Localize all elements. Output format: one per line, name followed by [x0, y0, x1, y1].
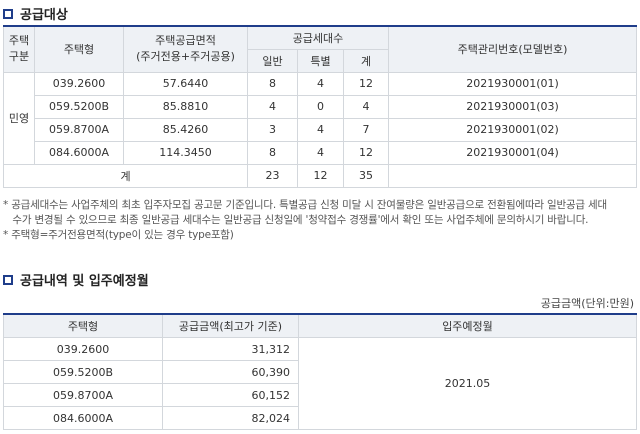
- cell-area: 114.3450: [123, 140, 248, 165]
- unit-label: 공급금액(단위:만원): [540, 297, 634, 310]
- table-row: 039.2600 31,312 2021.05: [3, 337, 637, 430]
- col-header-house-type: 주택형: [34, 25, 124, 73]
- section-title-supply-target: 공급대상: [3, 4, 68, 23]
- col-header-mgmt-no: 주택관리번호(모델번호): [388, 25, 637, 73]
- cell-general: 8: [247, 71, 298, 96]
- group-label: 민영: [3, 71, 35, 165]
- cell-price: 60,152: [162, 383, 299, 407]
- table-row: 084.6000A 114.3450 8 4 12 2021930001(04): [4, 140, 637, 165]
- note-line: 수가 변경될 수 있으므로 최종 일반공급 세대수는 일반공급 신청일에 '청약…: [3, 214, 589, 226]
- cell-price: 82,024: [162, 406, 299, 430]
- note-line: * 주택형=주거전용면적(type이 있는 경우 type포함): [3, 229, 234, 241]
- sum-label: 계: [3, 163, 248, 188]
- cell-house-type: 059.5200B: [3, 360, 163, 384]
- col-header-type-group: 주택 구분: [3, 25, 35, 73]
- col-header-special: 특별: [297, 48, 344, 73]
- cell-house-type: 059.8700A: [3, 383, 163, 407]
- cell-total: 12: [343, 140, 389, 165]
- cell-house-type: 059.5200B: [34, 94, 124, 119]
- cell-mgmt-no: 2021930001(02): [388, 117, 637, 142]
- cell-mgmt-no: 2021930001(01): [388, 71, 637, 96]
- sum-total: 35: [343, 163, 389, 188]
- supply-target-table: 주택 구분 주택형 주택공급면적 (주거전용+주거공용) 공급세대수 주택관리번…: [3, 25, 637, 188]
- cell-area: 57.6440: [123, 71, 248, 96]
- table-row: 059.5200B 85.8810 4 0 4 2021930001(03): [4, 94, 637, 119]
- section-title-text: 공급내역 및 입주예정월: [20, 274, 149, 289]
- square-bullet-icon: [3, 274, 13, 285]
- cell-area: 85.4260: [123, 117, 248, 142]
- cell-price: 31,312: [162, 337, 299, 361]
- section-title-text: 공급대상: [20, 8, 68, 23]
- cell-total: 12: [343, 71, 389, 96]
- cell-house-type: 059.8700A: [34, 117, 124, 142]
- col-header-move-in: 입주예정월: [298, 313, 637, 338]
- table-row: 059.8700A 85.4260 3 4 7 2021930001(02): [4, 117, 637, 142]
- sum-mgmt-empty: [388, 163, 637, 188]
- note-line: * 공급세대수는 사업주체의 최초 입주자모집 공고문 기준입니다. 특별공급 …: [3, 199, 607, 211]
- col-header-units: 공급세대수: [247, 25, 389, 50]
- col-header-general: 일반: [247, 48, 298, 73]
- cell-special: 0: [297, 94, 344, 119]
- cell-general: 3: [247, 117, 298, 142]
- col-header-area: 주택공급면적 (주거전용+주거공용): [123, 25, 248, 73]
- supply-details-table: 주택형 공급금액(최고가 기준) 입주예정월 039.2600 31,312 2…: [3, 313, 637, 430]
- cell-mgmt-no: 2021930001(04): [388, 140, 637, 165]
- cell-house-type: 039.2600: [34, 71, 124, 96]
- sum-row: 계 23 12 35: [3, 163, 637, 188]
- cell-special: 4: [297, 140, 344, 165]
- cell-general: 4: [247, 94, 298, 119]
- cell-area: 85.8810: [123, 94, 248, 119]
- cell-move-in-month: 2021.05: [298, 337, 637, 430]
- cell-total: 4: [343, 94, 389, 119]
- cell-special: 4: [297, 71, 344, 96]
- cell-total: 7: [343, 117, 389, 142]
- square-bullet-icon: [3, 8, 13, 19]
- sum-special: 12: [297, 163, 344, 188]
- col-header-house-type: 주택형: [3, 313, 163, 338]
- cell-house-type: 084.6000A: [3, 406, 163, 430]
- cell-house-type: 084.6000A: [34, 140, 124, 165]
- cell-general: 8: [247, 140, 298, 165]
- cell-mgmt-no: 2021930001(03): [388, 94, 637, 119]
- col-header-price: 공급금액(최고가 기준): [162, 313, 299, 338]
- col-header-total: 계: [343, 48, 389, 73]
- cell-special: 4: [297, 117, 344, 142]
- table-row: 민영 039.2600 57.6440 8 4 12 2021930001(01…: [3, 71, 637, 165]
- sum-general: 23: [247, 163, 298, 188]
- section-title-supply-details: 공급내역 및 입주예정월: [3, 270, 149, 289]
- cell-house-type: 039.2600: [3, 337, 163, 361]
- cell-price: 60,390: [162, 360, 299, 384]
